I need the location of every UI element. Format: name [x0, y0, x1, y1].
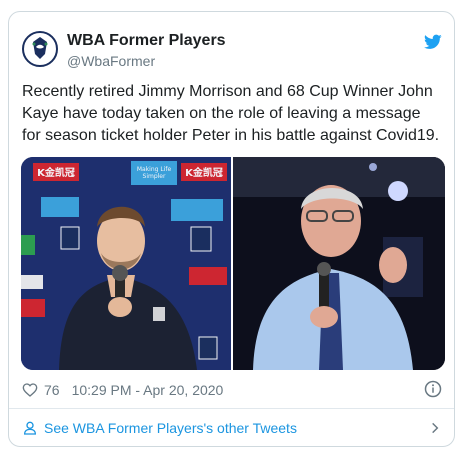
former-player-photo-illustration — [233, 157, 445, 370]
photo-player-interview[interactable]: K金凯冠 Making Life Simpler K金凯冠 — [21, 157, 231, 370]
avatar[interactable] — [22, 31, 58, 67]
bird-icon[interactable] — [424, 34, 442, 50]
author-handle[interactable]: @WbaFormer — [67, 53, 155, 69]
tweet-text: Recently retired Jimmy Morrison and 68 C… — [22, 83, 440, 144]
tweet-timestamp[interactable]: 10:29 PM - Apr 20, 2020 — [72, 382, 224, 398]
info-icon[interactable] — [424, 380, 442, 398]
player-photo-illustration: K金凯冠 Making Life Simpler K金凯冠 — [21, 157, 231, 370]
like-count[interactable]: 76 — [44, 382, 60, 398]
sponsor-text: Simpler — [143, 173, 166, 180]
photo-john-kaye[interactable] — [233, 157, 445, 370]
see-more-tweets-label[interactable]: See WBA Former Players's other Tweets — [44, 420, 297, 436]
see-more-tweets-link[interactable]: See WBA Former Players's other Tweets — [22, 415, 442, 441]
author-name[interactable]: WBA Former Players — [67, 32, 226, 50]
heart-icon[interactable] — [22, 382, 38, 398]
tweet-card: WBA Former Players @WbaFormer Recently r… — [8, 11, 455, 447]
tweet-meta: 76 10:29 PM - Apr 20, 2020 — [22, 380, 223, 400]
sponsor-text: K金凯冠 — [185, 166, 223, 179]
person-icon — [23, 421, 37, 435]
sponsor-text: Making Life — [137, 166, 172, 173]
divider — [9, 408, 454, 409]
club-crest-icon — [25, 34, 55, 64]
chevron-right-icon[interactable] — [428, 421, 442, 435]
sponsor-text: K金凯冠 — [37, 166, 75, 179]
tweet-media[interactable]: K金凯冠 Making Life Simpler K金凯冠 — [21, 157, 445, 370]
